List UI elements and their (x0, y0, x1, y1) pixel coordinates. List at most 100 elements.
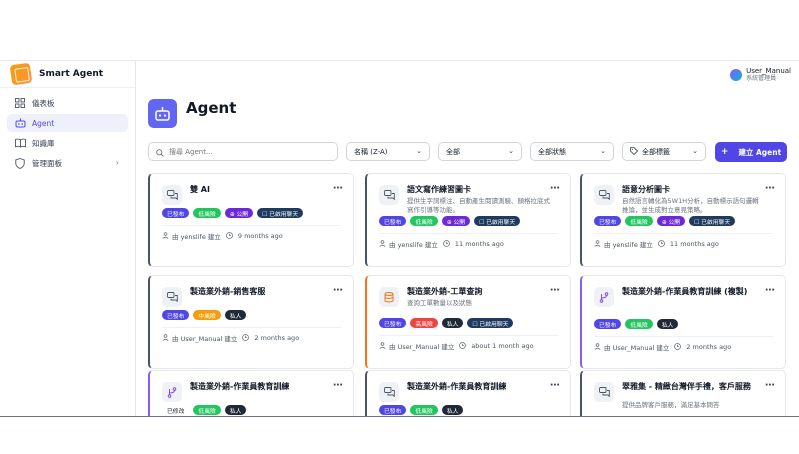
status-badge: 已發布 (379, 405, 407, 415)
agent-card-time: about 1 month ago (471, 342, 534, 350)
sidebar-item-label: 管理面板 (32, 158, 62, 168)
agent-card-description: 提供生字詞標注、自動產生閱讀測驗、顏格拉底式寫作引導等功能。 (407, 197, 550, 214)
more-options-icon[interactable]: ⋯ (333, 183, 343, 194)
badge-row: 已發布 低風險 私人 (379, 405, 467, 415)
status-badge: 已修改 (162, 405, 190, 415)
agent-card[interactable]: 翠雅集 - 精緻台灣伴手禮，客戶服務 提供品牌客戶服務，滿足基本問答 ⋯ (580, 370, 786, 416)
tag-select[interactable]: 全部標籤 ⌄ (622, 142, 706, 161)
badge-row: 已發布 低風險 ⊕ 公開 ☐ 已啟用聊天 (594, 216, 739, 226)
agent-card[interactable]: 製造業外銷-作業員教育訓練 ⋯ 已修改 低風險 私人 (148, 370, 354, 416)
more-options-icon[interactable]: ⋯ (550, 183, 560, 194)
status-badge: 已發布 (594, 319, 622, 329)
agent-card-description: 查詢工單數量以及狀態 (407, 299, 472, 307)
chevron-right-icon: › (115, 158, 119, 167)
clock-icon (442, 239, 450, 249)
database-icon (379, 287, 399, 307)
status-badge: 已發布 (379, 216, 407, 226)
agent-card[interactable]: 語文寫作練習圖卡提供生字詞標注、自動產生閱讀測驗、顏格拉底式寫作引導等功能。 ⋯ 已… (365, 173, 571, 267)
more-options-icon[interactable]: ⋯ (333, 285, 343, 296)
status-badge: 私人 (441, 405, 464, 415)
badge-row: 已發布 高風險 私人 ☐ 已啟用聊天 (379, 318, 517, 328)
agent-card-meta: 由 yenslife 建立 11 months ago (379, 239, 504, 249)
sidebar-item-label: 儀表板 (32, 98, 55, 108)
category-select[interactable]: 全部 ⌄ (438, 142, 522, 161)
agent-card-time: 2 months ago (686, 343, 732, 351)
status-badge: 私人 (224, 405, 247, 415)
status-badge: 低風險 (410, 216, 438, 226)
card-divider (594, 336, 773, 337)
sidebar-item-dashboard[interactable]: 儀表板 (7, 94, 128, 112)
more-options-icon[interactable]: ⋯ (333, 380, 343, 391)
brand[interactable]: Smart Agent (0, 61, 135, 88)
card-divider (162, 225, 341, 226)
chat-icon (162, 287, 182, 307)
agent-card-title[interactable]: 製造業外銷-作業員教育訓練 (407, 382, 540, 392)
agent-card-author: 由 User_Manual 建立 (172, 335, 238, 343)
more-options-icon[interactable]: ⋯ (550, 285, 560, 296)
create-agent-label: 建立 Agent (738, 147, 782, 157)
dashboard-icon (14, 97, 26, 109)
app-window: Smart Agent 儀表板 Agent 知識庫 管理面板 › User_Ma… (0, 60, 799, 417)
agent-card-title[interactable]: 雙 AI (190, 185, 323, 195)
agent-card-title[interactable]: 製造業外銷-工單查詢 (407, 287, 540, 297)
sort-select[interactable]: 名稱 (Z-A) ⌄ (346, 142, 430, 161)
agent-card-description: 自然語言轉化為5W1H分析，自動標示語句邏輯推論，並生成對立意見策略。 (622, 197, 759, 214)
status-select[interactable]: 全部狀態 ⌄ (530, 142, 614, 161)
status-badge: 低風險 (625, 319, 653, 329)
create-agent-button[interactable]: + 建立 Agent (715, 142, 787, 162)
status-badge: 私人 (656, 319, 679, 329)
bot-icon (148, 99, 177, 128)
status-select-value: 全部狀態 (538, 147, 566, 156)
agent-card-meta: 由 yenslife 建立 11 months ago (594, 239, 719, 249)
tag-select-value: 全部標籤 (642, 147, 670, 156)
chat-icon (379, 382, 399, 402)
badge-row: 已修改 低風險 私人 (162, 405, 250, 415)
agent-card-title[interactable]: 製造業外銷-作業員教育訓練 (190, 382, 323, 392)
sidebar-item-label: 知識庫 (32, 138, 55, 148)
agent-card-meta: 由 User_Manual 建立 2 months ago (594, 342, 731, 352)
tag-icon (630, 146, 639, 157)
clock-icon (459, 341, 467, 351)
agent-card-time: 11 months ago (454, 240, 504, 248)
agent-card[interactable]: 製造業外銷-銷售客服 ⋯ 已發布 中風險 私人由 User_Manual 建立 2 mon… (148, 275, 354, 369)
more-options-icon[interactable]: ⋯ (550, 380, 560, 391)
sidebar-item-knowledge[interactable]: 知識庫 (7, 134, 128, 152)
agent-card[interactable]: 製造業外銷-作業員教育訓練 ⋯ 已發布 低風險 私人 (365, 370, 571, 416)
shield-icon (14, 157, 26, 169)
user-menu[interactable]: User_Manual 系統管理員 (730, 67, 791, 83)
more-options-icon[interactable]: ⋯ (765, 285, 775, 296)
search-box[interactable] (148, 142, 338, 161)
agent-card-title[interactable]: 製造業外銷-作業員教育訓練 (複製) (622, 287, 755, 297)
card-divider (379, 335, 558, 336)
user-name: User_Manual (746, 67, 791, 75)
search-input[interactable] (169, 147, 319, 156)
agent-card-title[interactable]: 語意分析圖卡 (622, 185, 755, 195)
status-badge: ☐ 已啟用聊天 (467, 318, 514, 328)
more-options-icon[interactable]: ⋯ (765, 380, 775, 391)
agent-card-title[interactable]: 語文寫作練習圖卡 (407, 185, 540, 195)
sidebar-item-admin[interactable]: 管理面板 › (7, 154, 128, 172)
user-icon (379, 239, 386, 249)
agent-card[interactable]: 製造業外銷-工單查詢 查詢工單數量以及狀態 ⋯ 已發布 高風險 私人 ☐ 已啟用聊天由 Us… (365, 275, 571, 369)
book-icon (14, 137, 26, 149)
agent-card-author: 由 yenslife 建立 (172, 233, 221, 241)
card-divider (379, 233, 558, 234)
agent-card[interactable]: 製造業外銷-作業員教育訓練 (複製) ⋯ 已發布 低風險 私人由 User_Manual… (580, 275, 786, 369)
agent-card[interactable]: 雙 AI ⋯ 已發布 低風險 ⊕ 公開 ☐ 已啟用聊天由 yenslife 建立 9 mon… (148, 173, 354, 267)
agent-card-author: 由 yenslife 建立 (604, 241, 653, 249)
clock-icon (674, 342, 682, 352)
chat-icon (162, 185, 182, 205)
more-options-icon[interactable]: ⋯ (765, 183, 775, 194)
agent-card-title[interactable]: 製造業外銷-銷售客服 (190, 287, 323, 297)
app-logo (9, 62, 33, 86)
status-badge: 已發布 (162, 310, 190, 320)
agent-card[interactable]: 語意分析圖卡自然語言轉化為5W1H分析，自動標示語句邏輯推論，並生成對立意見策略… (580, 173, 786, 267)
agent-card-time: 11 months ago (669, 240, 719, 248)
status-badge: ☐ 已啟用聊天 (689, 216, 736, 226)
sidebar-nav: 儀表板 Agent 知識庫 管理面板 › (0, 88, 135, 180)
chevron-down-icon: ⌄ (508, 147, 514, 155)
agent-card-title[interactable]: 翠雅集 - 精緻台灣伴手禮，客戶服務 (622, 382, 755, 392)
sort-select-value: 名稱 (Z-A) (354, 147, 388, 156)
avatar (730, 69, 743, 81)
sidebar-item-agent[interactable]: Agent (7, 114, 128, 132)
